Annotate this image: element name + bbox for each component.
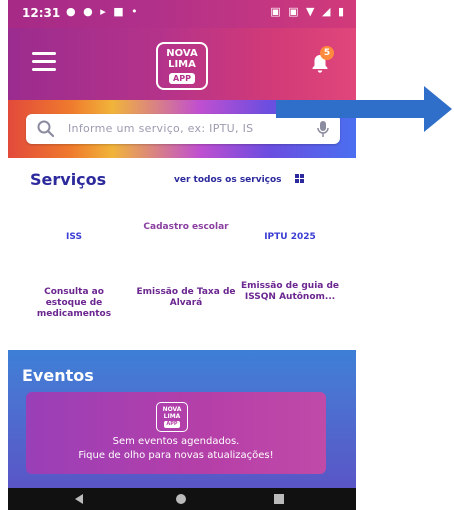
service-item-cadastro-escolar[interactable]: Cadastro escolar [136, 222, 236, 233]
events-title: Eventos [22, 366, 94, 385]
status-system-icons: ▣ ▣ ▼ ◢ ▮ [270, 5, 346, 18]
logo-text-lima: LIMA [168, 59, 196, 70]
notification-badge: 5 [320, 46, 334, 60]
service-item-issqn-autonomo[interactable]: Emissão de guia de ISSQN Autônom... [240, 281, 340, 303]
app-logo: NOVA LIMA APP [156, 42, 208, 90]
grid-icon [294, 174, 304, 183]
back-icon[interactable] [72, 492, 86, 506]
home-icon[interactable] [174, 492, 188, 506]
status-time: 12:31 [22, 6, 61, 20]
menu-icon[interactable] [32, 52, 56, 74]
see-all-label: ver todos os serviços [174, 175, 282, 185]
events-logo-nova: NOVA [162, 406, 182, 413]
logo-text-app: APP [169, 73, 195, 84]
events-empty-card: NOVA LIMA APP Sem eventos agendados. Fiq… [26, 392, 326, 474]
service-item-taxa-alvara[interactable]: Emissão de Taxa de Alvará [136, 287, 236, 309]
service-item-consulta-medicamentos[interactable]: Consulta ao estoque de medicamentos [24, 287, 124, 320]
recents-icon[interactable] [272, 492, 286, 506]
events-section: Eventos NOVA LIMA APP Sem eventos agenda… [8, 350, 356, 490]
search-icon [37, 120, 55, 138]
annotation-arrow-icon [276, 86, 452, 132]
events-logo-app: APP [164, 421, 180, 428]
events-empty-message: Sem eventos agendados. [112, 436, 240, 447]
events-logo: NOVA LIMA APP [156, 402, 188, 432]
service-item-iptu[interactable]: IPTU 2025 [240, 232, 340, 243]
logo-text-nova: NOVA [166, 48, 198, 59]
status-notification-icons: ● ● ▸ ■ • [66, 5, 140, 18]
see-all-services-link[interactable]: ver todos os serviços [174, 174, 304, 185]
phone-screen: 12:31 ● ● ▸ ■ • ▣ ▣ ▼ ◢ ▮ NOVA LIMA APP … [8, 0, 356, 510]
search-placeholder: Informe um serviço, ex: IPTU, IS [68, 122, 254, 135]
bell-icon[interactable]: 5 [308, 46, 334, 76]
events-logo-lima: LIMA [163, 413, 181, 420]
services-title: Serviços [30, 170, 107, 189]
events-empty-hint: Fique de olho para novas atualizações! [78, 450, 274, 461]
status-bar: 12:31 ● ● ▸ ■ • ▣ ▣ ▼ ◢ ▮ [8, 0, 356, 28]
system-nav-bar [8, 488, 356, 510]
service-item-iss[interactable]: ISS [24, 232, 124, 243]
